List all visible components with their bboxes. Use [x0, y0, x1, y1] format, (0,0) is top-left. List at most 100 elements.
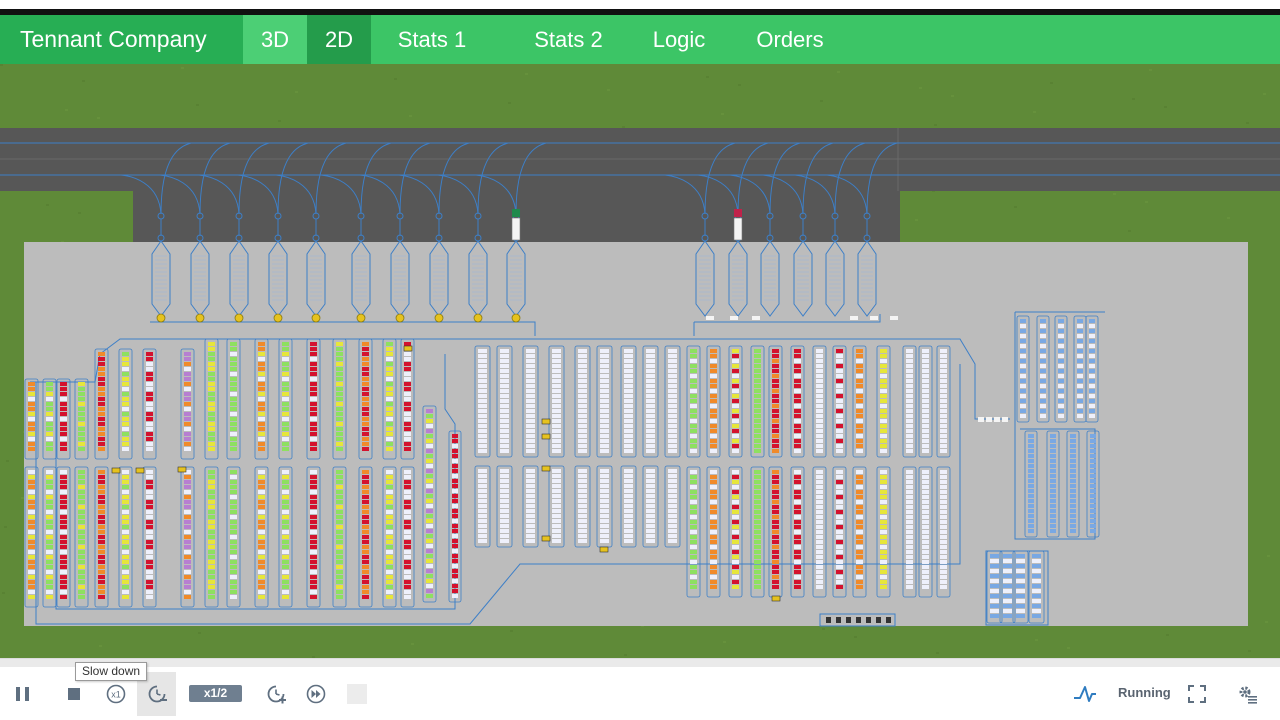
fullscreen-button[interactable] — [1182, 672, 1212, 716]
storage-slot — [336, 520, 343, 524]
storage-slot — [578, 349, 587, 353]
storage-slot — [258, 500, 265, 504]
model-status-button[interactable] — [1070, 672, 1100, 716]
storage-slot — [230, 595, 237, 599]
storage-slot — [1050, 474, 1056, 478]
storage-slot — [922, 384, 929, 388]
storage-slot — [732, 434, 739, 438]
storage-slot — [836, 505, 843, 509]
storage-slot — [258, 475, 265, 479]
storage-slot — [404, 545, 411, 549]
storage-slot — [690, 545, 697, 549]
storage-slot — [230, 585, 237, 589]
storage-slot — [526, 519, 535, 523]
storage-slot — [1070, 524, 1076, 528]
storage-slot — [732, 475, 739, 479]
storage-slot — [552, 434, 561, 438]
storage-slot — [478, 444, 487, 448]
storage-slot — [122, 352, 129, 356]
storage-slot — [404, 490, 411, 494]
storage-slot — [856, 470, 863, 474]
storage-slot — [208, 580, 215, 584]
storage-slot — [404, 500, 411, 504]
storage-slot — [404, 570, 411, 574]
storage-slot — [772, 470, 779, 474]
tab-stats-2[interactable]: Stats 2 — [511, 15, 626, 64]
storage-slot — [426, 544, 433, 548]
storage-slot — [794, 580, 801, 584]
storage-slot — [500, 524, 509, 528]
pause-button[interactable] — [8, 672, 38, 716]
tab-3d[interactable]: 3D — [243, 15, 307, 64]
storage-slot — [1016, 579, 1025, 583]
storage-slot — [310, 595, 317, 599]
storage-slot — [690, 354, 697, 358]
storage-slot — [578, 424, 587, 428]
storage-slot — [386, 342, 393, 346]
transfer-item — [994, 417, 1000, 422]
storage-slot — [754, 575, 761, 579]
storage-slot — [526, 469, 535, 473]
storage-slot — [426, 589, 433, 593]
storage-slot — [146, 510, 153, 514]
storage-slot — [386, 575, 393, 579]
storage-slot — [282, 387, 289, 391]
storage-slot — [404, 475, 411, 479]
warehouse-2d-view[interactable] — [0, 64, 1280, 658]
staging-agv — [156, 313, 166, 323]
storage-slot — [578, 374, 587, 378]
storage-slot — [1028, 464, 1034, 468]
storage-slot — [940, 485, 947, 489]
storage-slot — [880, 555, 887, 559]
fullscreen-icon — [1187, 684, 1207, 704]
storage-slot — [28, 392, 35, 396]
storage-slot — [46, 442, 53, 446]
storage-slot — [258, 580, 265, 584]
settings-button[interactable] — [1232, 672, 1262, 716]
storage-slot — [362, 495, 369, 499]
tab-logic[interactable]: Logic — [636, 15, 722, 64]
storage-slot — [362, 475, 369, 479]
tab-orders[interactable]: Orders — [740, 15, 840, 64]
storage-slot — [78, 520, 85, 524]
storage-slot — [668, 379, 677, 383]
storage-slot — [754, 515, 761, 519]
storage-slot — [754, 429, 761, 433]
storage-slot — [258, 392, 265, 396]
storage-slot — [426, 409, 433, 413]
storage-slot — [624, 384, 633, 388]
tab-stats-1[interactable]: Stats 1 — [371, 15, 493, 64]
storage-slot — [404, 580, 411, 584]
storage-slot — [552, 389, 561, 393]
storage-slot — [690, 359, 697, 363]
storage-slot — [816, 429, 823, 433]
grass-speck — [1067, 647, 1070, 649]
storage-slot — [600, 494, 609, 498]
storage-slot — [1016, 574, 1025, 578]
storage-slot — [906, 409, 913, 413]
storage-slot — [336, 447, 343, 451]
storage-slot — [816, 389, 823, 393]
tab-2d[interactable]: 2D — [307, 15, 371, 64]
storage-slot — [282, 515, 289, 519]
storage-slot — [230, 397, 237, 401]
storage-slot — [60, 470, 67, 474]
speed-up-button[interactable] — [261, 672, 291, 716]
storage-slot — [880, 485, 887, 489]
storage-slot — [668, 439, 677, 443]
storage-slot — [310, 475, 317, 479]
storage-slot — [78, 505, 85, 509]
storage-slot — [1028, 499, 1034, 503]
storage-slot — [46, 585, 53, 589]
storage-slot — [646, 369, 655, 373]
storage-slot — [258, 412, 265, 416]
storage-slot — [1003, 599, 1012, 603]
storage-slot — [710, 394, 717, 398]
storage-slot — [1032, 604, 1041, 608]
storage-slot — [754, 399, 761, 403]
storage-slot — [922, 349, 929, 353]
grass-speck — [1050, 82, 1053, 84]
storage-slot — [794, 500, 801, 504]
storage-slot — [46, 520, 53, 524]
fast-forward-button[interactable] — [301, 672, 331, 716]
